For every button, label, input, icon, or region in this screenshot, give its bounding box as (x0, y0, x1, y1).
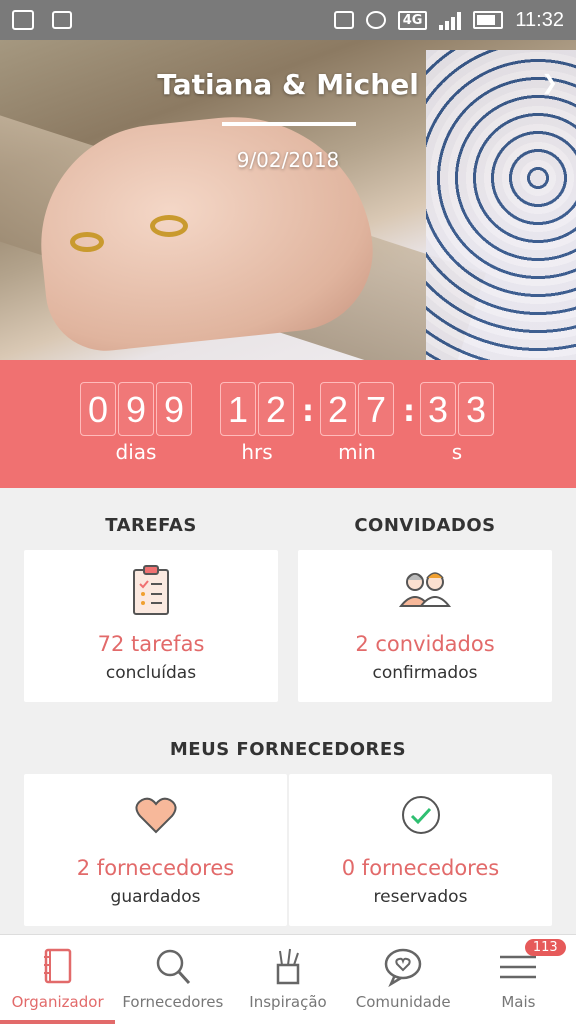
clipboard-checklist-icon (133, 565, 169, 615)
nav-comunidade[interactable]: Comunidade (346, 935, 461, 1024)
signal-icon (439, 10, 462, 30)
heart-icon (135, 797, 176, 834)
search-icon (156, 949, 190, 985)
notification-badge: 113 (524, 939, 566, 956)
countdown-separator: : (403, 394, 415, 429)
vendors-booked-card[interactable]: 0 fornecedores reservados (289, 774, 552, 926)
title-divider (222, 122, 356, 126)
vendors-title: MEUS FORNECEDORES (169, 739, 407, 760)
countdown-hours: 1 2 (220, 382, 294, 436)
ring-icon (150, 215, 188, 237)
nav-label: Mais (501, 993, 536, 1011)
tasks-card[interactable]: 72 tarefas concluídas (24, 550, 278, 702)
countdown-days: 0 9 9 (80, 382, 192, 436)
countdown-label-hours: hrs (241, 440, 273, 464)
countdown-digit: 3 (420, 382, 456, 436)
vendors-booked-sub: reservados (373, 887, 468, 907)
nav-label: Organizador (11, 993, 104, 1011)
countdown: 0 9 9 1 2 : 2 7 : 3 3 dias hrs min s (0, 360, 576, 488)
notification-icon (52, 11, 72, 29)
countdown-digit: 2 (258, 382, 294, 436)
guests-sub: confirmados (372, 663, 478, 683)
countdown-digit: 2 (320, 382, 356, 436)
guests-count: 2 convidados (355, 632, 495, 656)
countdown-minutes: 2 7 (320, 382, 394, 436)
guests-title: CONVIDADOS (354, 515, 496, 536)
countdown-label-minutes: min (338, 440, 376, 464)
battery-icon (473, 11, 504, 29)
nav-organizador[interactable]: Organizador (0, 935, 116, 1024)
hero-banner[interactable]: Tatiana & Michel 9/02/2018 ❯ (0, 40, 576, 360)
countdown-separator: : (302, 394, 314, 429)
countdown-digit: 9 (118, 382, 154, 436)
nav-label: Inspiração (249, 993, 327, 1011)
nav-mais[interactable]: 113 Mais (461, 935, 576, 1024)
guests-card[interactable]: 2 convidados confirmados (298, 550, 552, 702)
tasks-count: 72 tarefas (97, 632, 205, 656)
alarm-icon (365, 11, 386, 29)
vendors-booked-count: 0 fornecedores (341, 856, 500, 880)
network-badge: 4G (397, 10, 428, 30)
countdown-digit: 9 (156, 382, 192, 436)
countdown-digit: 3 (458, 382, 494, 436)
wedding-date: 9/02/2018 (236, 148, 340, 172)
countdown-digit: 7 (358, 382, 394, 436)
couple-names: Tatiana & Michel (157, 68, 419, 101)
nav-label: Comunidade (355, 993, 451, 1011)
couple-icon (398, 572, 452, 607)
countdown-label-seconds: s (451, 440, 463, 464)
nav-label: Fornecedores (122, 993, 224, 1011)
nav-inspiracao[interactable]: Inspiração (230, 935, 345, 1024)
countdown-digit: 0 (80, 382, 116, 436)
chat-heart-icon (384, 948, 422, 987)
status-bar: 4G 11:32 (0, 0, 576, 40)
bottom-nav: Organizador Fornecedores Inspiração Comu… (0, 934, 576, 1024)
nav-fornecedores[interactable]: Fornecedores (115, 935, 230, 1024)
brush-cup-icon (276, 948, 300, 985)
countdown-seconds: 3 3 (420, 382, 494, 436)
tasks-sub: concluídas (105, 663, 197, 683)
ring-icon (70, 232, 104, 252)
tasks-title: TAREFAS (105, 515, 197, 536)
radio-icon (12, 10, 34, 30)
vibrate-icon (333, 11, 354, 29)
share-icon[interactable]: ❯ (541, 70, 558, 94)
countdown-label-days: dias (115, 440, 157, 464)
status-time: 11:32 (515, 8, 564, 31)
vendors-saved-count: 2 fornecedores (76, 856, 235, 880)
countdown-digit: 1 (220, 382, 256, 436)
check-circle-icon (401, 796, 440, 834)
vendors-saved-sub: guardados (110, 887, 201, 907)
vendors-saved-card[interactable]: 2 fornecedores guardados (24, 774, 287, 926)
notebook-icon (43, 948, 71, 984)
